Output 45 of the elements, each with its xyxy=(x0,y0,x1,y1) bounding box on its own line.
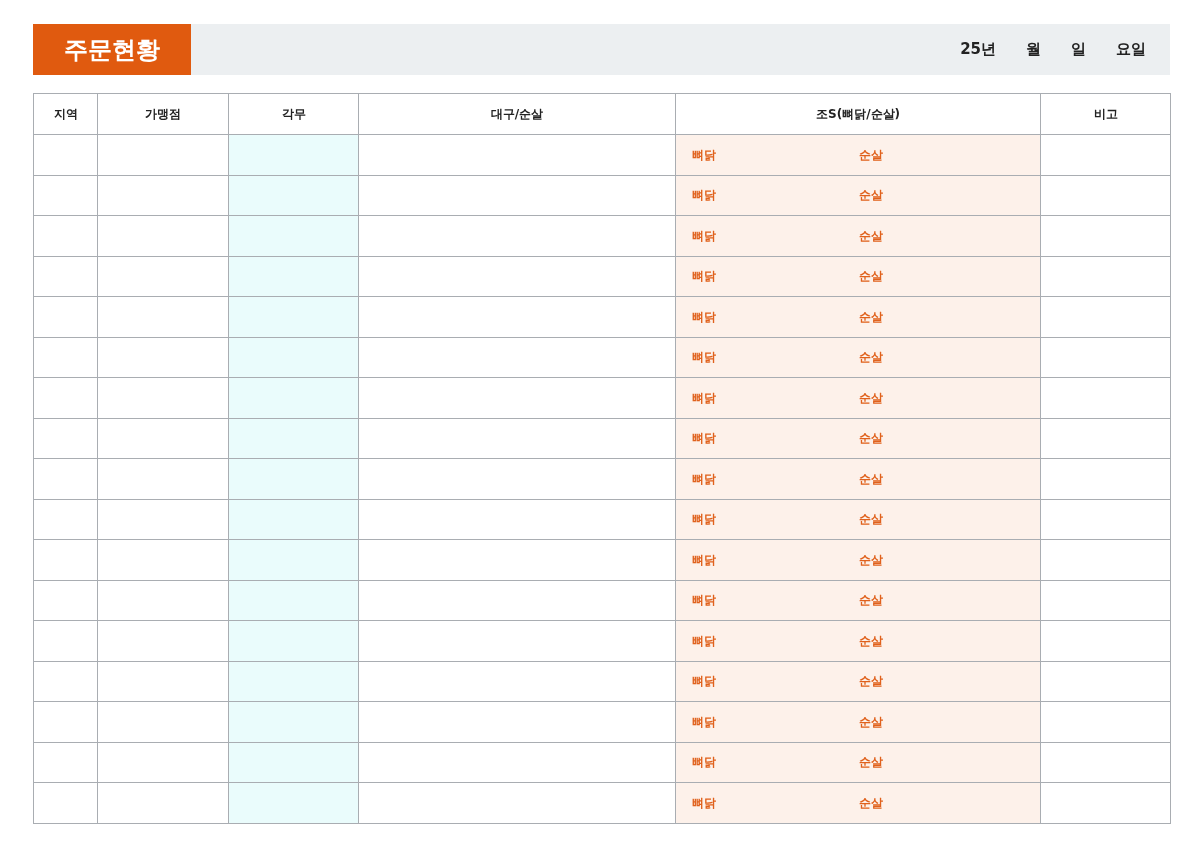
option-label: 뼈닭 xyxy=(692,551,717,569)
option-label: 순살 xyxy=(859,592,883,610)
option-label: 뼈닭 xyxy=(692,794,717,812)
option-label: 순살 xyxy=(859,673,883,691)
option-label: 뼈닭 xyxy=(692,308,717,326)
option-label: 순살 xyxy=(859,632,883,650)
option-label: 순살 xyxy=(859,511,883,529)
title-label: 주문현황 xyxy=(33,24,191,75)
option-label: 순살 xyxy=(859,551,883,569)
option-label: 뼈닭 xyxy=(692,511,717,529)
column-header: 비고 xyxy=(1040,93,1171,135)
option-label: 순살 xyxy=(859,268,883,286)
option-label: 순살 xyxy=(859,430,883,448)
option-label: 뼈닭 xyxy=(692,592,717,610)
option-label: 뼈닭 xyxy=(692,268,717,286)
option-label: 뼈닭 xyxy=(692,227,717,245)
option-label: 순살 xyxy=(859,187,883,205)
option-label: 순살 xyxy=(859,713,883,731)
option-label: 순살 xyxy=(859,754,883,772)
option-label: 순살 xyxy=(859,227,883,245)
option-label: 뼈닭 xyxy=(692,470,717,488)
column-header: 가맹점 xyxy=(97,93,229,135)
option-label: 뼈닭 xyxy=(692,713,717,731)
option-label: 순살 xyxy=(859,349,883,367)
option-label: 순살 xyxy=(859,470,883,488)
option-label: 뼈닭 xyxy=(692,349,717,367)
column-header: 조S(뼈닭/순살) xyxy=(675,93,1041,135)
option-label: 뼈닭 xyxy=(692,389,717,407)
option-label: 뼈닭 xyxy=(692,632,717,650)
option-label: 뼈닭 xyxy=(692,430,717,448)
column-header: 대구/순살 xyxy=(358,93,676,135)
option-label: 뼈닭 xyxy=(692,146,717,164)
date-label: 월 xyxy=(1026,39,1041,61)
option-label: 순살 xyxy=(859,794,883,812)
date-label: 일 xyxy=(1071,39,1086,61)
option-label: 뼈닭 xyxy=(692,754,717,772)
option-label: 순살 xyxy=(859,389,883,407)
date-label: 요일 xyxy=(1116,39,1146,61)
date-label: 25년 xyxy=(960,39,996,61)
column-header: 각무 xyxy=(228,93,359,135)
option-label: 뼈닭 xyxy=(692,187,717,205)
column-header: 지역 xyxy=(33,93,98,135)
option-label: 순살 xyxy=(859,146,883,164)
option-label: 뼈닭 xyxy=(692,673,717,691)
option-label: 순살 xyxy=(859,308,883,326)
